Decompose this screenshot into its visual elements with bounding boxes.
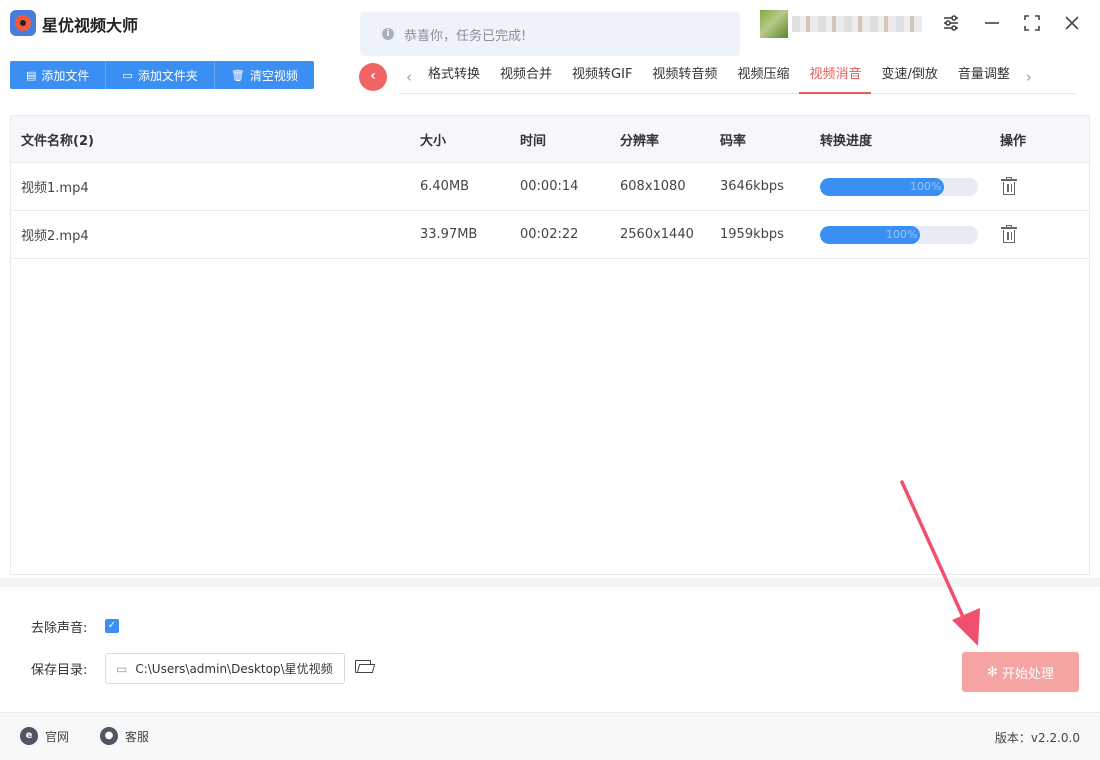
title-bar: 星优视频大师 i 恭喜你，任务已完成! ▤ 添加文件 ▭ 添加文件夹 🗑 清空视…: [0, 0, 1100, 104]
tab-video-to-gif[interactable]: 视频转GIF: [562, 60, 642, 94]
trash-icon: 🗑: [230, 68, 245, 82]
header-progress: 转换进度: [820, 133, 873, 149]
header-name: 文件名称(2): [21, 133, 94, 149]
file-size: 6.40MB: [420, 179, 470, 194]
back-button[interactable]: ‹: [359, 63, 387, 91]
tab-video-merge[interactable]: 视频合并: [490, 60, 562, 94]
add-file-label: 添加文件: [41, 68, 90, 83]
website-link[interactable]: e 官网: [20, 727, 69, 745]
loading-spinner-icon: ✻: [987, 664, 998, 680]
add-file-button[interactable]: ▤ 添加文件: [10, 61, 107, 89]
add-folder-button[interactable]: ▭ 添加文件夹: [106, 61, 215, 89]
tab-format-convert[interactable]: 格式转换: [418, 60, 490, 94]
chat-icon: ●: [100, 727, 118, 745]
file-duration: 00:02:22: [520, 227, 579, 242]
annotation-arrow: [900, 480, 980, 646]
delete-icon[interactable]: [1000, 224, 1018, 244]
file-bitrate: 3646kbps: [720, 179, 784, 194]
progress-text: 100%: [886, 227, 918, 241]
avatar[interactable]: [760, 10, 788, 38]
feature-tabs: ‹ 格式转换 视频合并 视频转GIF 视频转音频 视频压缩 视频消音 变速/倒放…: [400, 60, 1076, 94]
clear-videos-label: 清空视频: [249, 68, 298, 83]
app-logo-icon: [10, 10, 36, 36]
clear-videos-button[interactable]: 🗑 清空视频: [214, 61, 314, 89]
app-title: 星优视频大师: [42, 16, 139, 35]
header-bitrate: 码率: [720, 133, 747, 149]
save-dir-input[interactable]: ▭ C:\Users\admin\Desktop\星优视频: [105, 653, 345, 684]
table-row[interactable]: 视频1.mp4 6.40MB 00:00:14 608x1080 3646kbp…: [11, 163, 1089, 211]
close-icon[interactable]: [1061, 12, 1083, 34]
support-link[interactable]: ● 客服: [100, 727, 149, 745]
file-duration: 00:00:14: [520, 179, 579, 194]
progress-bar: 100%: [820, 177, 978, 196]
website-label: 官网: [45, 729, 70, 744]
notice-banner: i 恭喜你，任务已完成!: [360, 12, 740, 56]
website-icon: e: [20, 727, 38, 745]
start-processing-button[interactable]: ✻ 开始处理: [962, 652, 1079, 692]
support-label: 客服: [125, 729, 150, 744]
folder-outline-icon: ▭: [116, 661, 128, 676]
tab-video-mute[interactable]: 视频消音: [799, 60, 872, 94]
info-icon: i: [382, 28, 394, 40]
tabs-scroll-left-icon[interactable]: ‹: [400, 68, 418, 86]
header-time: 时间: [520, 133, 547, 149]
remove-audio-checkbox[interactable]: ✓: [105, 619, 119, 633]
table-row[interactable]: 视频2.mp4 33.97MB 00:02:22 2560x1440 1959k…: [11, 211, 1089, 259]
tab-volume-adjust[interactable]: 音量调整: [948, 60, 1020, 94]
minimize-icon[interactable]: [981, 12, 1003, 34]
file-resolution: 608x1080: [620, 179, 686, 194]
tabs-scroll-right-icon[interactable]: ›: [1020, 68, 1038, 86]
add-folder-label: 添加文件夹: [137, 68, 198, 83]
tab-video-compress[interactable]: 视频压缩: [727, 60, 799, 94]
notice-text: 恭喜你，任务已完成!: [404, 28, 527, 44]
tab-speed-reverse[interactable]: 变速/倒放: [871, 60, 947, 94]
footer: e 官网 ● 客服 版本：v2.2.0.0: [0, 712, 1100, 760]
file-name: 视频2.mp4: [21, 229, 89, 244]
user-info-blurred: [792, 16, 922, 32]
header-resolution: 分辨率: [620, 133, 660, 149]
open-folder-icon[interactable]: [354, 657, 376, 677]
save-dir-value: C:\Users\admin\Desktop\星优视频: [135, 662, 333, 676]
file-resolution: 2560x1440: [620, 227, 694, 242]
delete-icon[interactable]: [1000, 176, 1018, 196]
header-size: 大小: [420, 133, 447, 149]
header-action: 操作: [1000, 133, 1027, 149]
progress-text: 100%: [910, 179, 942, 193]
progress-bar: 100%: [820, 225, 978, 244]
file-toolbar: ▤ 添加文件 ▭ 添加文件夹 🗑 清空视频: [10, 61, 314, 89]
version-text: 版本：v2.2.0.0: [994, 731, 1080, 745]
start-processing-label: 开始处理: [1001, 666, 1054, 682]
file-size: 33.97MB: [420, 227, 478, 242]
table-header: 文件名称(2) 大小 时间 分辨率 码率 转换进度 操作: [11, 116, 1089, 163]
maximize-icon[interactable]: [1021, 12, 1043, 34]
remove-audio-label: 去除声音:: [31, 621, 88, 636]
tab-video-to-audio[interactable]: 视频转音频: [642, 60, 727, 94]
save-dir-label: 保存目录:: [31, 663, 88, 678]
file-name: 视频1.mp4: [21, 181, 89, 196]
file-icon: ▤: [26, 68, 37, 82]
file-bitrate: 1959kbps: [720, 227, 784, 242]
settings-sliders-icon[interactable]: [940, 12, 962, 34]
folder-icon: ▭: [122, 68, 133, 82]
